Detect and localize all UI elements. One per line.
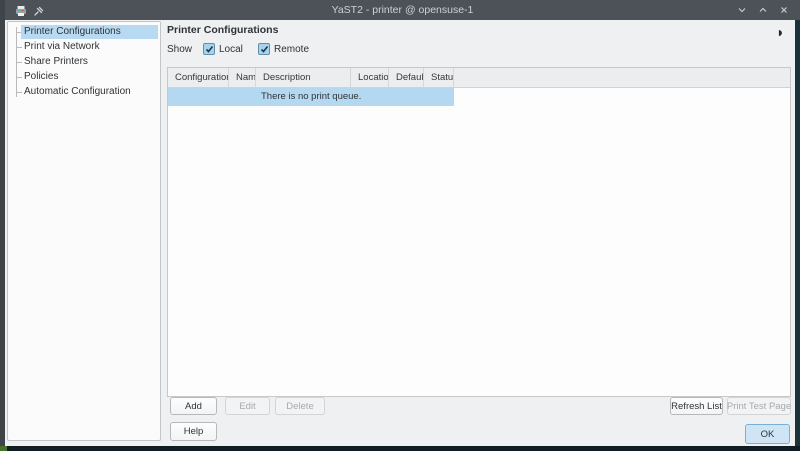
table-row[interactable]: There is no print queue.: [168, 88, 454, 106]
sidebar-item-label: Automatic Configuration: [21, 85, 158, 99]
refresh-list-button[interactable]: Refresh List: [670, 397, 723, 415]
column-header-filler: [454, 68, 790, 88]
sidebar-item-label: Policies: [21, 70, 158, 84]
desktop-left-edge: [0, 0, 5, 451]
desktop-bottom-edge: [0, 446, 800, 451]
minimize-icon[interactable]: [736, 4, 748, 16]
add-button[interactable]: Add: [170, 397, 217, 415]
empty-queue-message: There is no print queue.: [261, 88, 361, 106]
column-header-default[interactable]: Default: [389, 68, 424, 88]
delete-button[interactable]: Delete: [275, 397, 325, 415]
page-title: Printer Configurations: [167, 24, 278, 36]
wallpaper-corner: [0, 446, 7, 451]
edit-button[interactable]: Edit: [225, 397, 270, 415]
local-checkbox-label[interactable]: Local: [219, 44, 243, 55]
check-icon: [205, 45, 214, 54]
close-icon[interactable]: [778, 4, 790, 16]
window-title: YaST2 - printer @ opensuse-1: [5, 0, 800, 20]
ok-button[interactable]: OK: [745, 424, 790, 444]
remote-checkbox[interactable]: [258, 43, 270, 55]
check-icon: [260, 45, 269, 54]
sidebar-nav: Printer Configurations Print via Network…: [7, 21, 161, 441]
sidebar-item-printer-configurations[interactable]: Printer Configurations: [8, 25, 160, 40]
help-button[interactable]: Help: [170, 422, 217, 441]
maximize-icon[interactable]: [757, 4, 769, 16]
column-header-status[interactable]: Status: [424, 68, 454, 88]
column-header-location[interactable]: Location: [351, 68, 389, 88]
desktop-right-edge: [795, 20, 800, 451]
sidebar-item-share-printers[interactable]: Share Printers: [8, 55, 160, 70]
remote-checkbox-label[interactable]: Remote: [274, 44, 309, 55]
show-filter-label: Show: [167, 44, 192, 55]
column-header-description[interactable]: Description: [256, 68, 351, 88]
print-test-page-button[interactable]: Print Test Page: [727, 397, 791, 415]
table-header-row: Configuration Name Description Location …: [168, 68, 790, 88]
sidebar-item-label: Printer Configurations: [21, 25, 158, 39]
column-header-configuration[interactable]: Configuration: [168, 68, 229, 88]
busy-indicator-icon: ◗: [776, 25, 784, 39]
sidebar-item-label: Share Printers: [21, 55, 158, 69]
sidebar-item-label: Print via Network: [21, 40, 158, 54]
sidebar-item-print-via-network[interactable]: Print via Network: [8, 40, 160, 55]
titlebar[interactable]: YaST2 - printer @ opensuse-1: [5, 0, 800, 20]
yast2-printer-window: YaST2 - printer @ opensuse-1 Printer Con…: [0, 0, 800, 451]
print-queue-table: Configuration Name Description Location …: [167, 67, 791, 397]
local-checkbox[interactable]: [203, 43, 215, 55]
sidebar-item-automatic-configuration[interactable]: Automatic Configuration: [8, 85, 160, 100]
sidebar-item-policies[interactable]: Policies: [8, 70, 160, 85]
column-header-name[interactable]: Name: [229, 68, 256, 88]
